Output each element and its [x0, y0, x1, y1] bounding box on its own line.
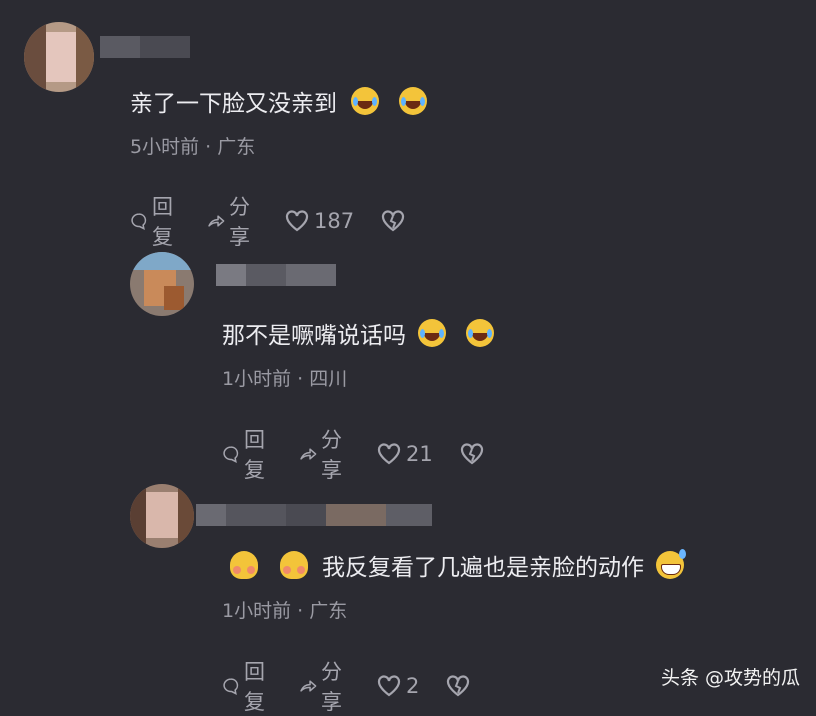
username-blurred[interactable] — [216, 264, 336, 286]
comment-text: 亲了一下脸又没亲到 — [130, 84, 427, 118]
like-count: 2 — [406, 674, 420, 698]
username-blurred[interactable] — [196, 504, 432, 526]
broken-heart-icon — [447, 675, 470, 697]
comment-meta: 1小时前 · 四川 — [222, 368, 348, 390]
heart-icon — [285, 210, 309, 232]
share-button[interactable]: 分享 — [299, 424, 350, 484]
speech-bubble-icon — [131, 213, 147, 230]
dislike-button[interactable] — [380, 208, 406, 234]
broken-heart-icon — [381, 210, 405, 232]
comment-text: 那不是噘嘴说话吗 — [222, 316, 494, 350]
reply-button[interactable]: 回复 — [222, 424, 273, 484]
tears-of-joy-emoji — [351, 87, 379, 115]
broken-heart-icon — [460, 443, 483, 465]
dislike-button[interactable] — [459, 441, 485, 467]
comment-meta: 1小时前 · 广东 — [222, 600, 348, 622]
share-arrow-icon — [300, 448, 317, 460]
share-button[interactable]: 分享 — [299, 656, 350, 716]
speech-bubble-icon — [223, 678, 239, 695]
like-button[interactable]: 2 — [376, 673, 419, 699]
comment-actions: 回复 分享 2 — [222, 656, 497, 716]
comment-actions: 回复 分享 187 — [130, 191, 432, 251]
heart-icon — [377, 443, 401, 465]
share-arrow-icon — [208, 215, 225, 227]
speech-bubble-icon — [223, 446, 239, 463]
comment-text: 我反复看了几遍也是亲脸的动作 — [230, 548, 686, 582]
tears-of-joy-emoji — [399, 87, 427, 115]
reply-button[interactable]: 回复 — [222, 656, 273, 716]
watermark: 头条 @攻势的瓜 — [660, 667, 800, 689]
reply-button[interactable]: 回复 — [130, 191, 181, 251]
share-arrow-icon — [300, 680, 317, 692]
grinning-sweat-emoji — [656, 549, 686, 579]
comment-actions: 回复 分享 21 — [222, 424, 511, 484]
avatar[interactable] — [130, 484, 194, 548]
like-button[interactable]: 21 — [376, 441, 433, 467]
like-count: 187 — [314, 209, 355, 233]
like-button[interactable]: 187 — [284, 208, 354, 234]
dislike-button[interactable] — [445, 673, 471, 699]
shy-face-emoji — [230, 551, 258, 579]
share-button[interactable]: 分享 — [207, 191, 258, 251]
comment-meta: 5小时前 · 广东 — [130, 136, 256, 158]
tears-of-joy-emoji — [466, 319, 494, 347]
shy-face-emoji — [280, 551, 308, 579]
avatar[interactable] — [130, 252, 194, 316]
avatar[interactable] — [24, 22, 94, 92]
tears-of-joy-emoji — [418, 319, 446, 347]
heart-icon — [377, 675, 401, 697]
username-blurred[interactable] — [100, 36, 190, 58]
like-count: 21 — [406, 442, 433, 466]
